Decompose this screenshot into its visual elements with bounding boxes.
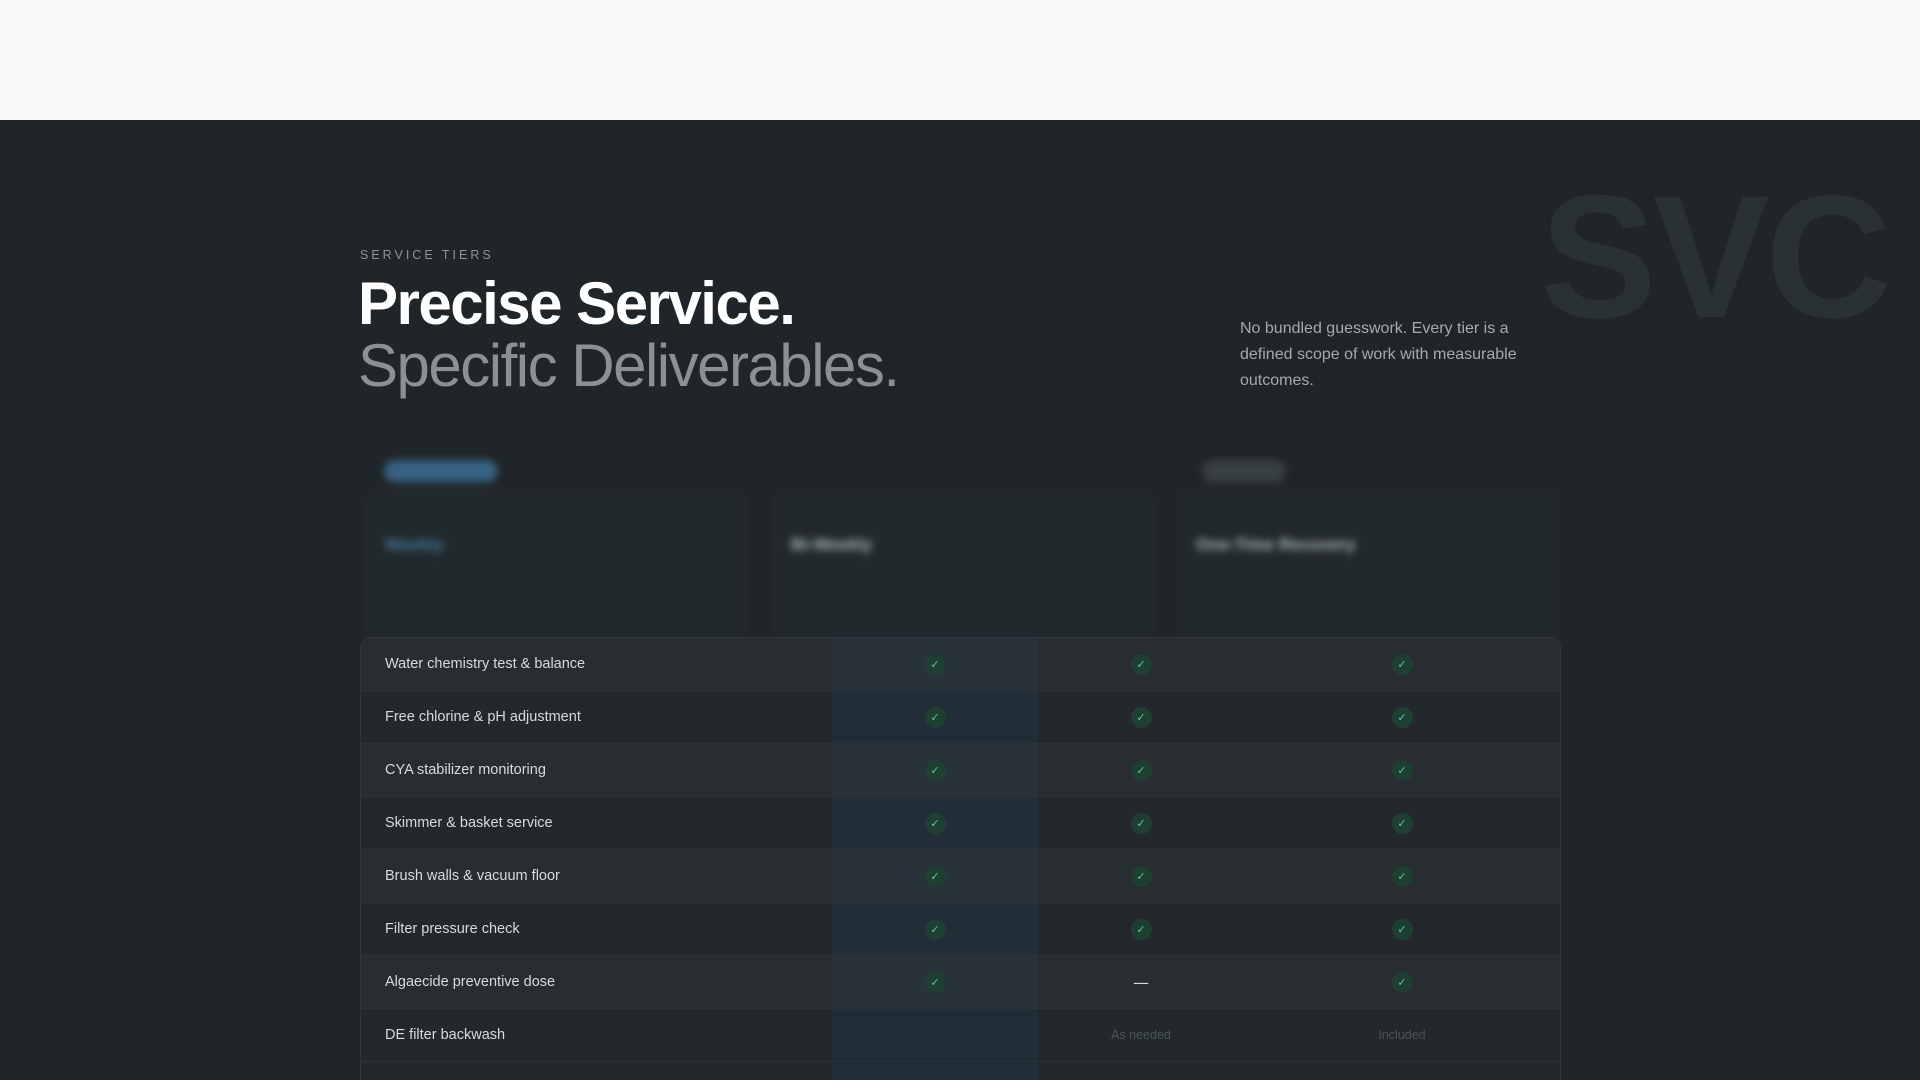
- check-icon: ✓: [1130, 759, 1152, 781]
- watermark-text: SVC: [1540, 160, 1892, 355]
- row-label: Skimmer & basket service: [385, 815, 553, 831]
- table-cell: ✓: [832, 691, 1038, 743]
- table-cell: ✓: [1038, 797, 1244, 849]
- section-eyebrow: SERVICE TIERS: [360, 248, 494, 262]
- table-cell: ✓: [1244, 797, 1560, 849]
- table-row: Skimmer & basket service ✓ ✓ ✓: [361, 797, 1560, 850]
- check-icon: ✓: [1130, 706, 1152, 728]
- comparison-table: Water chemistry test & balance ✓ ✓ ✓ Free ch…: [360, 637, 1561, 1080]
- table-cell: ✓: [1038, 638, 1244, 690]
- dash-icon: —: [1133, 972, 1149, 992]
- table-cell: ✓: [1244, 744, 1560, 796]
- check-icon: ✓: [924, 971, 946, 993]
- check-icon: ✓: [1130, 812, 1152, 834]
- table-row: Brush walls & vacuum floor ✓ ✓ ✓: [361, 850, 1560, 903]
- table-cell: ✓: [1038, 850, 1244, 902]
- table-cell: ✓: [1244, 903, 1560, 955]
- table-cell: ✓: [1244, 691, 1560, 743]
- table-cell: Included: [1244, 1009, 1560, 1061]
- check-icon: ✓: [1391, 865, 1413, 887]
- table-cell: ✓: [1244, 956, 1560, 1008]
- table-row: Water chemistry test & balance ✓ ✓ ✓: [361, 638, 1560, 691]
- table-row: Filter pressure check ✓ ✓ ✓: [361, 903, 1560, 956]
- check-icon: ✓: [924, 706, 946, 728]
- table-row: Free chlorine & pH adjustment ✓ ✓ ✓: [361, 691, 1560, 744]
- section-intro: No bundled guesswork. Every tier is a de…: [1240, 320, 1517, 389]
- table-cell: [832, 1009, 1038, 1061]
- table-cell: ✓: [832, 797, 1038, 849]
- cell-text: Included: [1378, 1028, 1426, 1042]
- check-icon: ✓: [924, 759, 946, 781]
- table-cell: ✓: [832, 850, 1038, 902]
- check-icon: ✓: [1391, 759, 1413, 781]
- check-icon: ✓: [1130, 653, 1152, 675]
- check-icon: ✓: [924, 812, 946, 834]
- check-icon: ✓: [924, 865, 946, 887]
- row-label: Water chemistry test & balance: [385, 656, 586, 672]
- check-icon: ✓: [924, 918, 946, 940]
- table-cell: ✓: [1244, 638, 1560, 690]
- table-cell: ✓: [832, 744, 1038, 796]
- table-cell: ✓: [1038, 903, 1244, 955]
- table-cell: ✓: [832, 903, 1038, 955]
- cell-text: As needed: [1111, 1028, 1171, 1042]
- table-cell: ✓: [832, 956, 1038, 1008]
- row-label: Algaecide preventive dose: [385, 974, 556, 990]
- row-label: Free chlorine & pH adjustment: [385, 709, 581, 725]
- tier-card-title: Weekly: [385, 535, 444, 554]
- service-tiers-section: SVC SERVICE TIERS Precise Service. Speci…: [0, 120, 1920, 1080]
- check-icon: ✓: [1130, 865, 1152, 887]
- check-icon: ✓: [1391, 653, 1413, 675]
- check-icon: ✓: [1130, 918, 1152, 940]
- tier-badge: [1202, 460, 1286, 482]
- row-label: DE filter backwash: [385, 1027, 506, 1043]
- check-icon: ✓: [1391, 706, 1413, 728]
- table-row: CYA stabilizer monitoring ✓ ✓ ✓: [361, 744, 1560, 797]
- tier-card-title: Bi-Weekly: [791, 535, 872, 554]
- table-row: DE filter backwash As needed Included: [361, 1009, 1560, 1062]
- check-icon: ✓: [1391, 812, 1413, 834]
- table-cell: As needed: [1038, 1009, 1244, 1061]
- check-icon: ✓: [924, 653, 946, 675]
- table-cell: —: [1038, 956, 1244, 1008]
- table-cell: ✓: [1038, 691, 1244, 743]
- tier-badge: [384, 460, 498, 482]
- check-icon: ✓: [1391, 971, 1413, 993]
- row-label: CYA stabilizer monitoring: [385, 762, 546, 778]
- tier-card-title: One-Time Recovery: [1196, 535, 1356, 554]
- tier-cards: Weekly Bi-Weekly One-Time Recovery: [362, 460, 1562, 680]
- row-label: Filter pressure check: [385, 921, 520, 937]
- section-headline: Precise Service.: [358, 270, 796, 337]
- table-cell: ✓: [1244, 850, 1560, 902]
- top-bar: [0, 0, 1920, 120]
- check-icon: ✓: [1391, 918, 1413, 940]
- section-subheadline: Specific Deliverables.: [358, 332, 900, 399]
- table-cell: ✓: [832, 638, 1038, 690]
- row-label: Brush walls & vacuum floor: [385, 868, 560, 884]
- table-row: Algaecide preventive dose ✓ — ✓: [361, 956, 1560, 1009]
- table-cell: ✓: [1038, 744, 1244, 796]
